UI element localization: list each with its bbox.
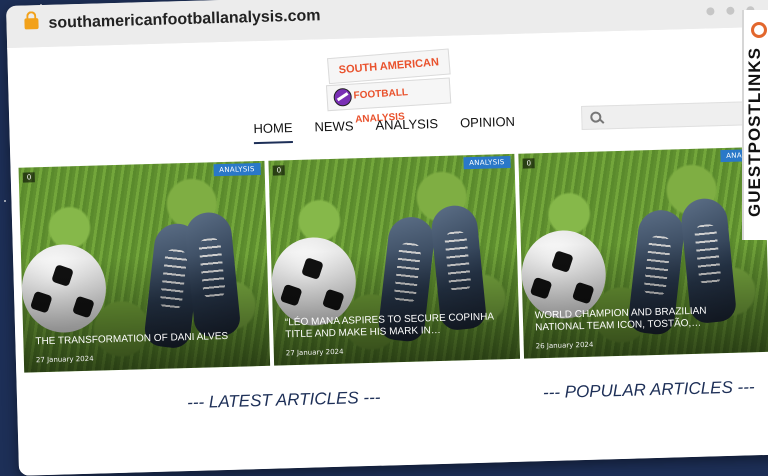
main-nav: HOME NEWS ANALYSIS OPINION — [253, 114, 516, 145]
guestpostlinks-text: GUESTPOSTLINKS — [745, 47, 764, 217]
category-badge[interactable]: ANALYSIS — [462, 155, 511, 170]
article-card[interactable]: 0 ANALYSIS “LÉO MANA ASPIRES TO SECURE C… — [268, 153, 521, 366]
search-icon[interactable] — [590, 111, 602, 123]
browser-window: southamericanfootballanalysis.com SOUTH … — [6, 0, 768, 476]
comment-count: 0 — [22, 172, 36, 183]
window-dot-icon[interactable] — [706, 7, 715, 16]
nav-item-opinion[interactable]: OPINION — [460, 114, 516, 139]
nav-item-home[interactable]: HOME — [253, 120, 293, 145]
guestpostlinks-badge[interactable]: GUESTPOSTLINKS — [742, 10, 768, 240]
window-dot-icon[interactable] — [726, 6, 735, 15]
article-card[interactable]: 0 ANALYS WORLD CHAMPION AND BRAZILIAN NA… — [518, 146, 768, 359]
article-date: 27 January 2024 — [285, 347, 344, 358]
comment-count: 0 — [272, 165, 286, 176]
featured-articles: 0 ANALYSIS THE TRANSFORMATION OF DANI AL… — [18, 145, 768, 373]
url-text[interactable]: southamericanfootballanalysis.com — [48, 7, 320, 33]
category-badge[interactable]: ANALYSIS — [213, 162, 261, 177]
nav-item-news[interactable]: NEWS — [314, 118, 354, 142]
popular-articles-heading: --- POPULAR ARTICLES --- — [542, 377, 755, 403]
article-date: 27 January 2024 — [35, 354, 94, 365]
article-date: 26 January 2024 — [535, 340, 594, 351]
nav-item-analysis[interactable]: ANALYSIS — [375, 116, 438, 141]
star-decoration — [4, 200, 6, 202]
article-card[interactable]: 0 ANALYSIS THE TRANSFORMATION OF DANI AL… — [18, 160, 271, 373]
comment-count: 0 — [522, 158, 536, 169]
latest-articles-heading: --- LATEST ARTICLES --- — [186, 387, 381, 413]
web-page: SOUTH AMERICAN FOOTBALL ANALYSIS HOME NE… — [7, 25, 768, 476]
lock-icon — [24, 18, 39, 30]
football-icon — [333, 87, 353, 107]
search-input[interactable] — [581, 100, 768, 130]
